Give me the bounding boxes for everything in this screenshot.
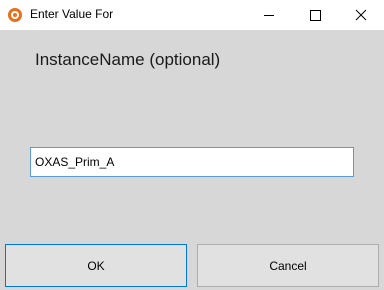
close-icon bbox=[355, 9, 367, 21]
close-button[interactable] bbox=[338, 0, 384, 30]
cancel-button[interactable]: Cancel bbox=[197, 244, 379, 287]
instance-name-input[interactable] bbox=[30, 147, 354, 177]
minimize-button[interactable] bbox=[246, 0, 292, 30]
ok-button[interactable]: OK bbox=[5, 244, 187, 287]
maximize-icon bbox=[310, 10, 321, 21]
title-bar[interactable]: Enter Value For bbox=[0, 0, 384, 30]
dialog-window: Enter Value For InstanceName (optional) … bbox=[0, 0, 384, 290]
minimize-icon bbox=[264, 15, 274, 16]
maximize-button[interactable] bbox=[292, 0, 338, 30]
window-title: Enter Value For bbox=[30, 7, 114, 21]
prompt-label: InstanceName (optional) bbox=[35, 50, 221, 69]
app-icon bbox=[8, 8, 22, 22]
